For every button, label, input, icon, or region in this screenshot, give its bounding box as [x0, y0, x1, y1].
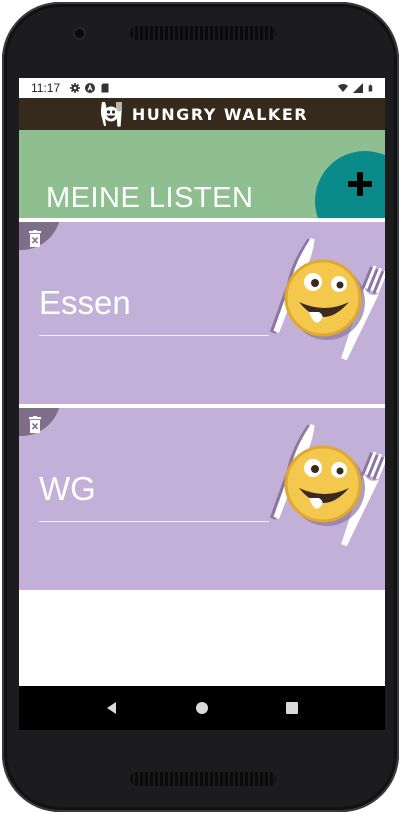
system-nav-bar [19, 686, 385, 730]
status-icons-right [338, 83, 375, 93]
status-icons-left [70, 83, 110, 93]
hungry-walker-logo-icon [100, 102, 122, 127]
app-bar: HUNGRY WALKER [19, 98, 385, 130]
battery-icon [368, 84, 373, 92]
front-camera [75, 29, 84, 38]
list-name-underline [39, 335, 269, 336]
header-title: MEINE LISTEN [46, 182, 254, 214]
list-item[interactable]: WG [19, 408, 385, 590]
screen: 11:17 HUNGRY WALKER MEINE LISTEN Essen W… [19, 78, 385, 730]
back-icon[interactable] [104, 700, 120, 716]
trash-icon [29, 230, 41, 247]
list-name: Essen [39, 284, 131, 321]
gear-icon [70, 83, 81, 93]
status-bar: 11:17 [19, 78, 385, 98]
bottom-speaker [130, 772, 276, 786]
hungry-smiley-icon [269, 424, 385, 547]
top-speaker [130, 26, 276, 40]
delete-list-button[interactable] [19, 222, 61, 250]
home-icon[interactable] [194, 700, 210, 716]
wifi-icon [338, 84, 348, 92]
hungry-smiley-icon [269, 238, 385, 361]
status-time: 11:17 [31, 81, 61, 95]
app-title: HUNGRY WALKER [131, 104, 309, 124]
list-name-underline [39, 521, 269, 522]
plus-icon [348, 172, 372, 196]
lists-header: MEINE LISTEN [19, 130, 385, 218]
recents-icon[interactable] [284, 700, 300, 716]
sd-card-icon [101, 83, 109, 93]
signal-icon [353, 83, 363, 93]
delete-list-button[interactable] [19, 408, 61, 436]
trash-icon [29, 416, 41, 433]
list-name: WG [39, 470, 96, 507]
list-item[interactable]: Essen [19, 222, 385, 404]
android-a-icon [85, 83, 96, 93]
